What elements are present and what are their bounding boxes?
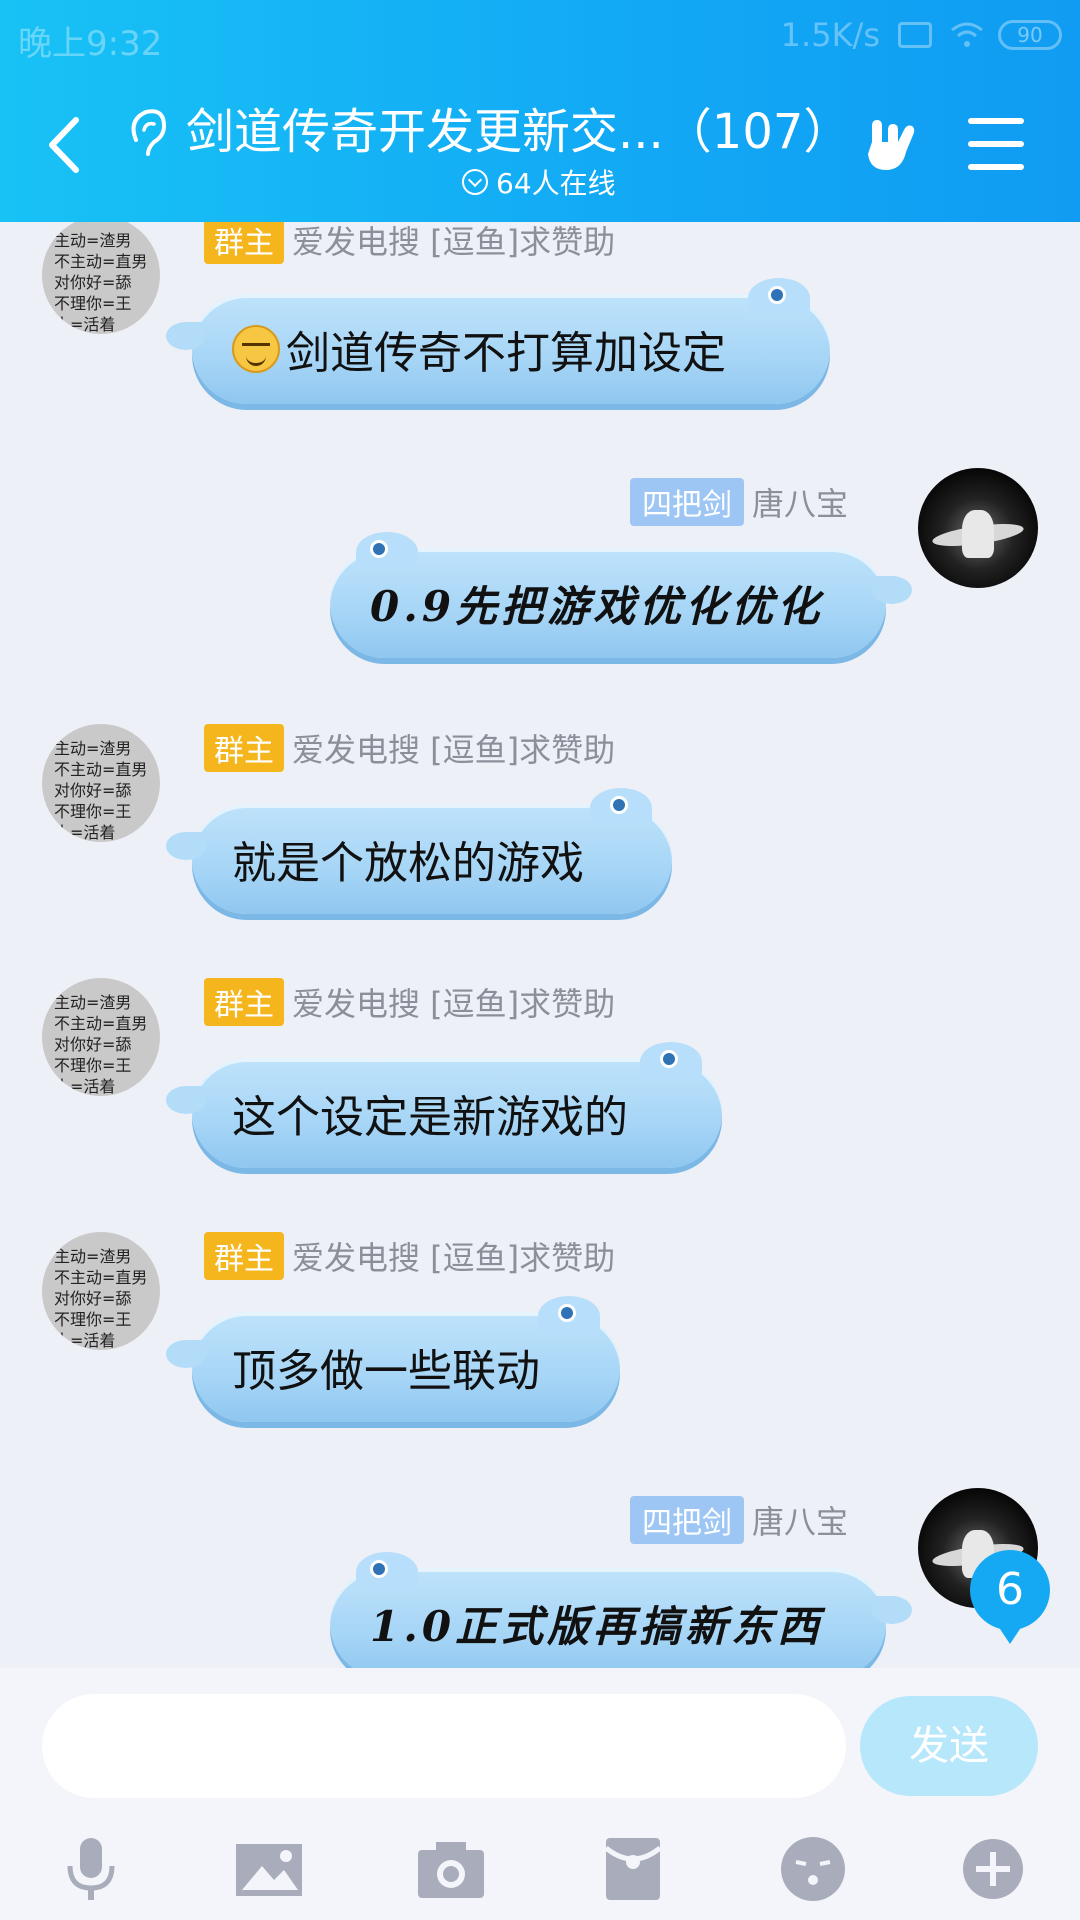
chat-header: 晚上9:32 1.5K/s 90 剑道传奇开发更新交...（107） 64人在线 bbox=[0, 0, 1080, 222]
sender-row: 群主 爱发电搜 [逗鱼]求赞助 bbox=[204, 724, 615, 772]
owner-badge: 群主 bbox=[204, 222, 284, 264]
avatar-text: 人=活着 bbox=[54, 1331, 116, 1350]
avatar-text: 不主动=直男 bbox=[54, 1268, 148, 1287]
avatar-text: 人=活着 bbox=[54, 315, 116, 334]
sender-name[interactable]: 爱发电搜 [逗鱼]求赞助 bbox=[292, 979, 615, 1025]
avatar-text: 对你好=舔 bbox=[54, 781, 132, 800]
avatar-text: 对你好=舔 bbox=[54, 1035, 132, 1054]
input-toolbar bbox=[0, 1820, 1080, 1920]
avatar-text: 主动=渣男 bbox=[54, 739, 132, 758]
message-bubble[interactable]: 这个设定是新游戏的 bbox=[166, 1042, 722, 1168]
sender-row: 四把剑 唐八宝 bbox=[630, 478, 848, 526]
avatar-text: 不理你=王 bbox=[54, 802, 132, 821]
back-button[interactable] bbox=[40, 110, 90, 180]
battery-icon: 90 bbox=[998, 20, 1062, 50]
avatar-text: 主动=渣男 bbox=[54, 1247, 132, 1266]
menu-icon[interactable] bbox=[968, 118, 1024, 170]
message-bubble[interactable]: 就是个放松的游戏 bbox=[166, 788, 672, 914]
emoji-icon[interactable] bbox=[778, 1834, 848, 1904]
avatar-text: 不理你=王 bbox=[54, 1056, 132, 1075]
message-text: 0.9先把游戏优化优化 bbox=[370, 581, 824, 631]
message-bubble[interactable]: 1.0正式版再搞新东西 bbox=[330, 1552, 912, 1668]
network-speed: 1.5K/s bbox=[780, 16, 880, 54]
online-count-label: 64人在线 bbox=[496, 167, 616, 200]
message-text: 这个设定是新游戏的 bbox=[232, 1092, 628, 1143]
owner-badge: 群主 bbox=[204, 724, 284, 772]
avatar[interactable]: 主动=渣男 不主动=直男 对你好=舔 不理你=王 人=活着 bbox=[42, 1232, 160, 1350]
input-bar: 发送 bbox=[0, 1668, 1080, 1920]
owner-badge: 群主 bbox=[204, 978, 284, 1026]
avatar-text: 主动=渣男 bbox=[54, 993, 132, 1012]
sender-name[interactable]: 爱发电搜 [逗鱼]求赞助 bbox=[292, 725, 615, 771]
avatar[interactable]: 主动=渣男 不主动=直男 对你好=舔 不理你=王 人=活着 bbox=[42, 724, 160, 842]
status-bar: 晚上9:32 1.5K/s 90 bbox=[0, 0, 1080, 72]
message-text: 顶多做一些联动 bbox=[232, 1346, 540, 1397]
message-input[interactable] bbox=[42, 1694, 846, 1798]
red-packet-icon[interactable] bbox=[598, 1834, 668, 1904]
status-time: 晚上9:32 bbox=[18, 24, 163, 64]
message-list[interactable]: 主动=渣男 不主动=直男 对你好=舔 不理你=王 人=活着 群主 爱发电搜 [逗… bbox=[0, 222, 1080, 1668]
online-count[interactable]: 64人在线 bbox=[462, 162, 616, 202]
sender-name[interactable]: 唐八宝 bbox=[752, 1497, 848, 1543]
avatar-text: 不主动=直男 bbox=[54, 252, 148, 271]
camera-icon[interactable] bbox=[416, 1834, 486, 1904]
sly-face-emoji-icon bbox=[232, 325, 280, 373]
message-bubble[interactable]: 顶多做一些联动 bbox=[166, 1296, 620, 1422]
plus-icon[interactable] bbox=[958, 1834, 1028, 1904]
sim-icon bbox=[898, 22, 932, 48]
member-title-badge: 四把剑 bbox=[630, 478, 744, 526]
message-bubble[interactable]: 0.9先把游戏优化优化 bbox=[330, 532, 912, 658]
message-bubble[interactable]: 剑道传奇不打算加设定 bbox=[166, 278, 830, 404]
send-button[interactable]: 发送 bbox=[860, 1696, 1038, 1796]
chevron-down-icon bbox=[462, 169, 488, 195]
message-text: 剑道传奇不打算加设定 bbox=[286, 328, 726, 379]
wifi-icon bbox=[951, 22, 983, 47]
avatar[interactable]: 主动=渣男 不主动=直男 对你好=舔 不理你=王 人=活着 bbox=[42, 222, 160, 334]
sender-row: 四把剑 唐八宝 bbox=[630, 1496, 848, 1544]
ear-icon[interactable] bbox=[118, 100, 178, 160]
unread-count-badge[interactable]: 6 bbox=[970, 1550, 1050, 1644]
avatar-text: 不主动=直男 bbox=[54, 760, 148, 779]
hand-gesture-icon[interactable] bbox=[858, 112, 924, 178]
sender-name[interactable]: 爱发电搜 [逗鱼]求赞助 bbox=[292, 1233, 615, 1279]
owner-badge: 群主 bbox=[204, 1232, 284, 1280]
member-title-badge: 四把剑 bbox=[630, 1496, 744, 1544]
avatar-text: 人=活着 bbox=[54, 1077, 116, 1096]
image-icon[interactable] bbox=[234, 1834, 304, 1904]
avatar-text: 对你好=舔 bbox=[54, 273, 132, 292]
avatar[interactable] bbox=[918, 468, 1038, 588]
sender-row: 群主 爱发电搜 [逗鱼]求赞助 bbox=[204, 1232, 615, 1280]
sender-name[interactable]: 爱发电搜 [逗鱼]求赞助 bbox=[292, 222, 615, 263]
avatar-text: 对你好=舔 bbox=[54, 1289, 132, 1308]
avatar-text: 不理你=王 bbox=[54, 1310, 132, 1329]
message-text: 1.0正式版再搞新东西 bbox=[370, 1601, 824, 1651]
sender-row: 群主 爱发电搜 [逗鱼]求赞助 bbox=[204, 978, 615, 1026]
avatar[interactable]: 主动=渣男 不主动=直男 对你好=舔 不理你=王 人=活着 bbox=[42, 978, 160, 1096]
sender-row: 群主 爱发电搜 [逗鱼]求赞助 bbox=[204, 222, 615, 264]
group-title[interactable]: 剑道传奇开发更新交...（107） bbox=[186, 92, 851, 162]
avatar-text: 人=活着 bbox=[54, 823, 116, 842]
avatar-text: 不理你=王 bbox=[54, 294, 132, 313]
avatar-text: 不主动=直男 bbox=[54, 1014, 148, 1033]
microphone-icon[interactable] bbox=[56, 1834, 126, 1904]
message-text: 就是个放松的游戏 bbox=[232, 838, 584, 889]
sender-name[interactable]: 唐八宝 bbox=[752, 479, 848, 525]
avatar-text: 主动=渣男 bbox=[54, 231, 132, 250]
